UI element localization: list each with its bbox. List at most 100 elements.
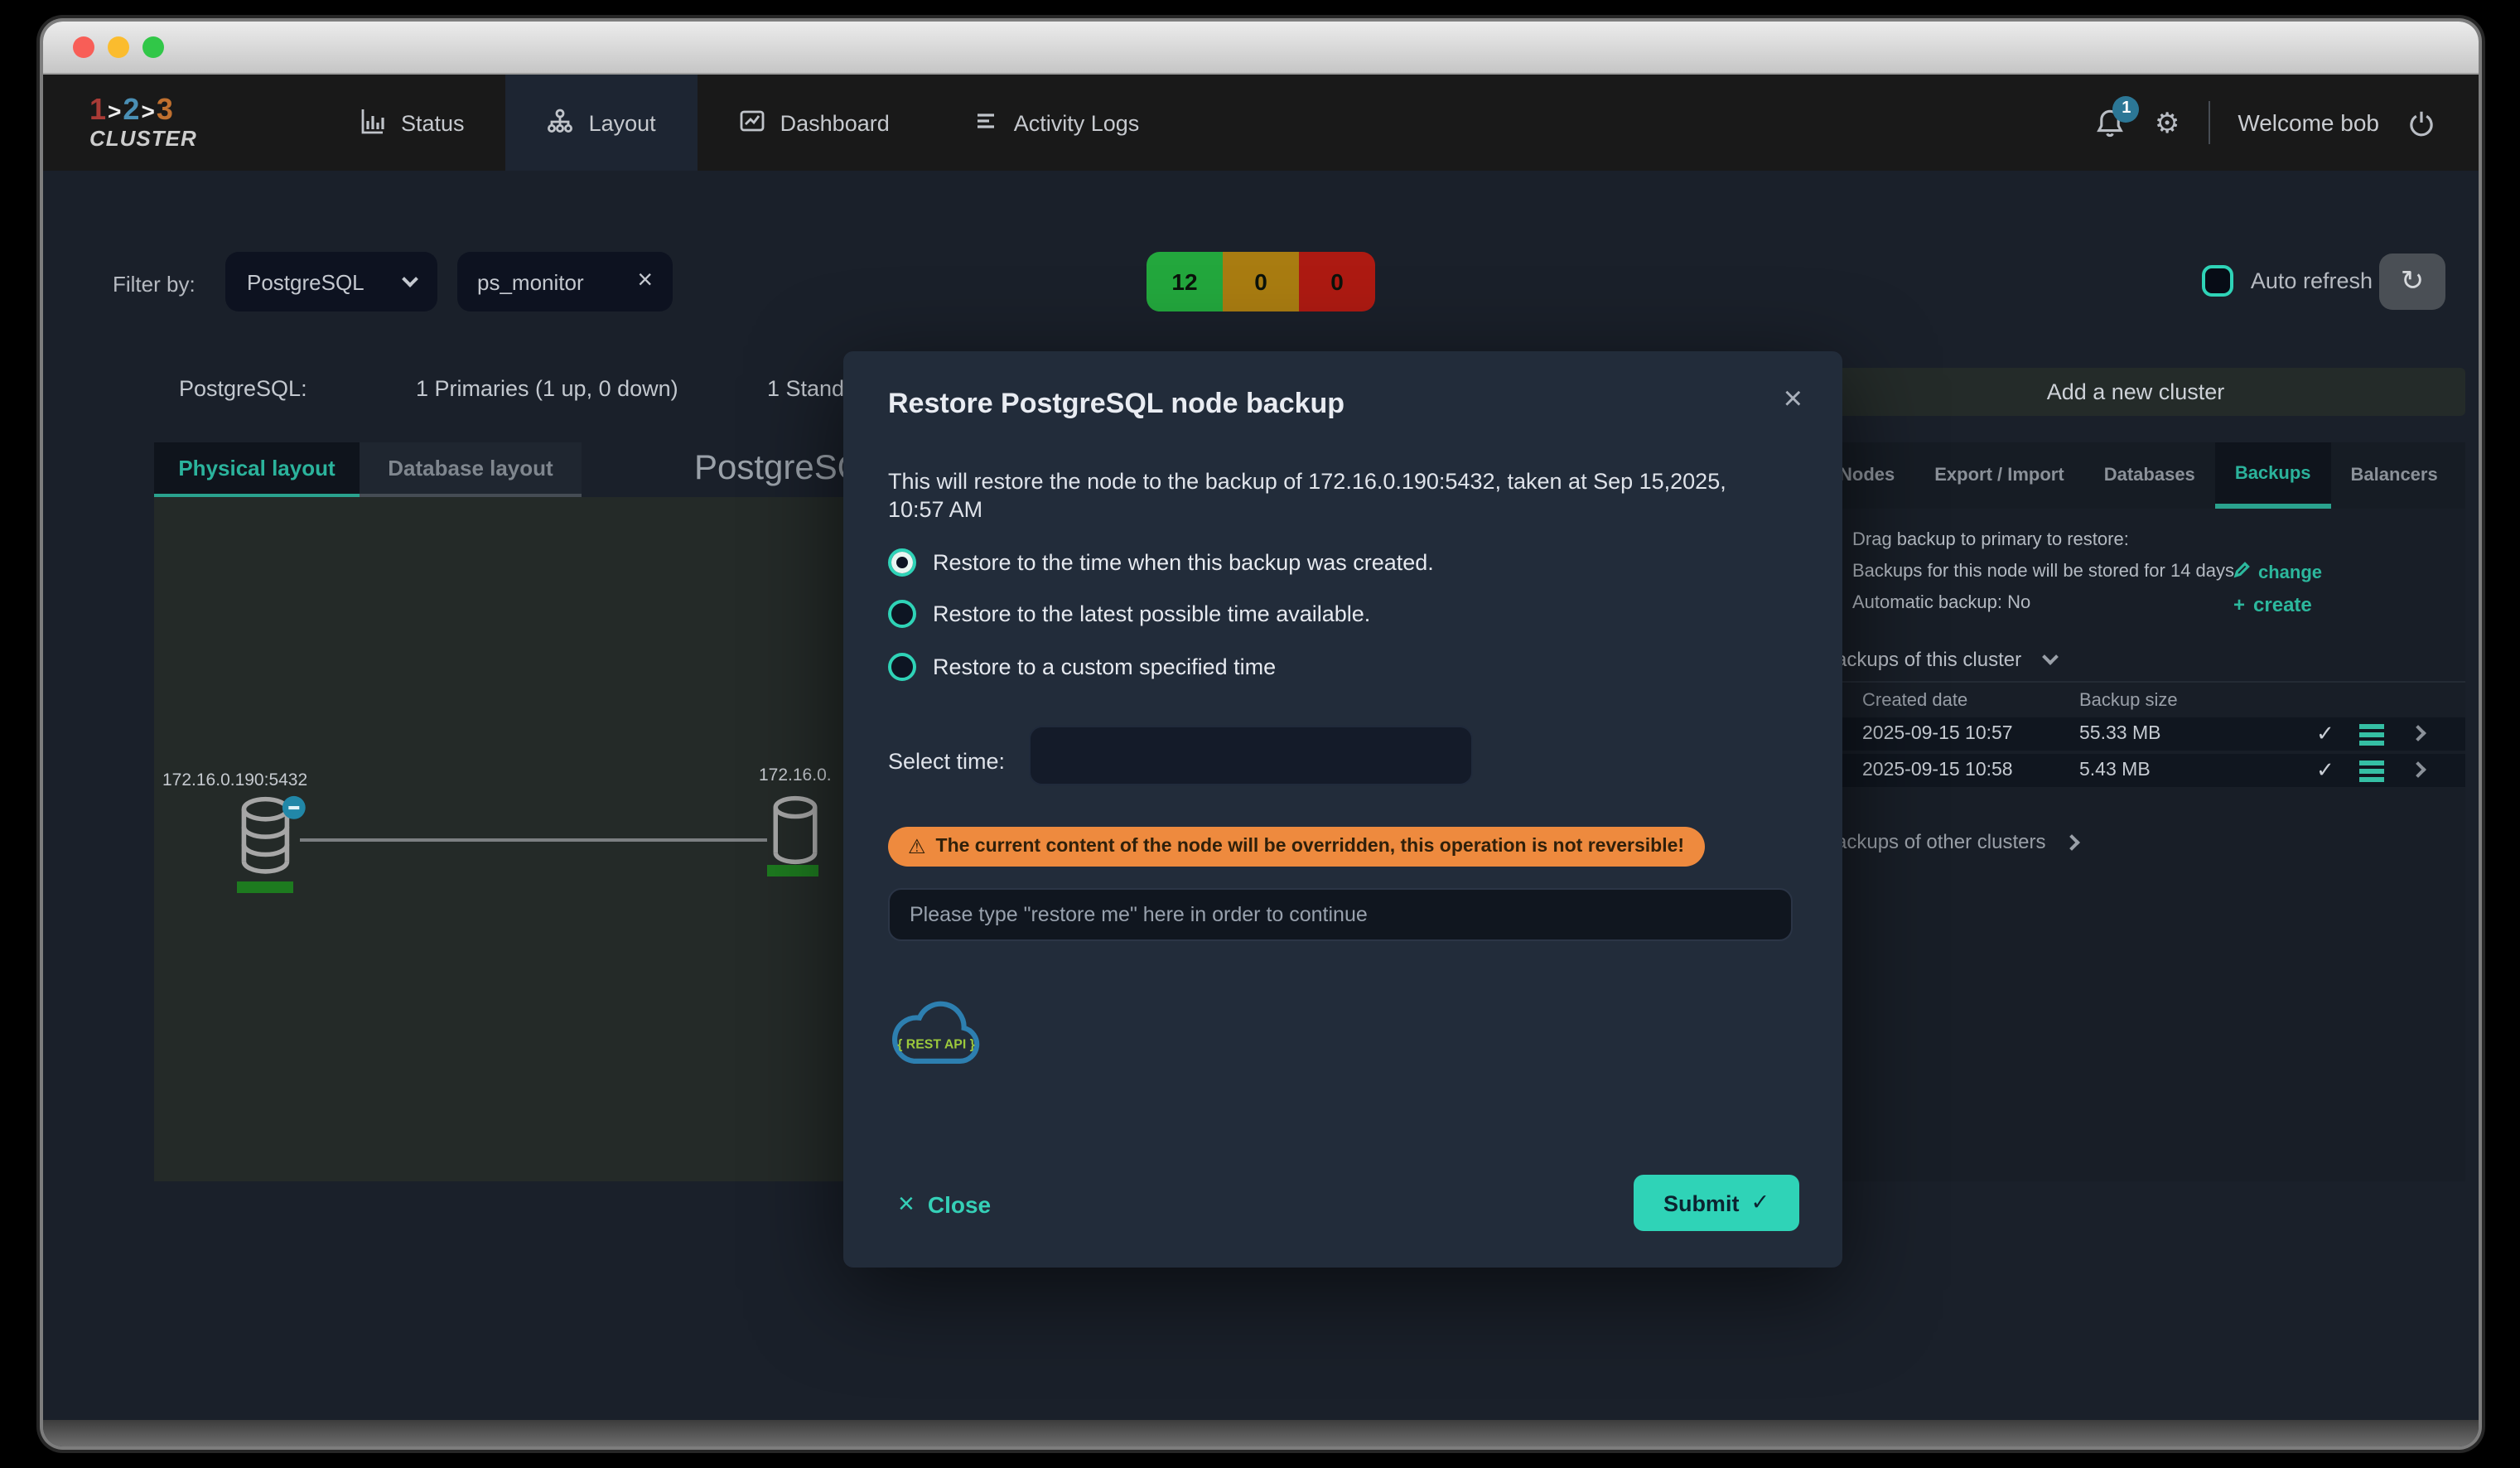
row-menu-icon[interactable] [2359,761,2384,782]
close-x-icon: × [898,1188,915,1221]
change-retention-link[interactable]: change [2233,562,2322,583]
modal-title: Restore PostgreSQL node backup [888,388,1344,421]
chevron-down-icon [2042,648,2059,664]
nav-tab-label: Status [401,110,465,135]
plus-icon: + [2233,593,2245,616]
submit-button[interactable]: Submit ✓ [1634,1175,1799,1231]
check-icon: ✓ [2316,721,2334,747]
backups-of-other-clusters-link[interactable]: Backups of other clusters [1822,830,2077,853]
pencil-icon [2233,562,2250,583]
zoom-window-button[interactable] [142,36,164,58]
nav-tab-layout[interactable]: Layout [506,75,698,171]
clear-search-icon[interactable]: × [637,267,653,297]
nav-tabs: Status Layout Dashboard Activity Logs [318,75,1180,171]
close-window-button[interactable] [73,36,94,58]
line-chart-icon [739,107,765,138]
tab-database-layout[interactable]: Database layout [360,442,582,497]
tab-backups[interactable]: Backups [2215,442,2331,509]
nav-tab-activity-logs[interactable]: Activity Logs [931,75,1181,171]
warning-banner: ⚠ The current content of the node will b… [888,827,1704,867]
tab-balancers[interactable]: Balancers [2331,442,2458,509]
primary-node[interactable]: 172.16.0.190:5432 [162,770,308,893]
status-badge-failed: 0 [1299,252,1375,311]
logo-subtitle: CLUSTER [89,125,275,150]
list-icon [973,107,999,138]
check-icon: ✓ [2316,757,2334,784]
app-window: 1>2>3 CLUSTER Status Layout Dashboard [43,22,2479,1446]
titlebar [43,22,2479,75]
auto-refresh-label: Auto refresh [2251,268,2373,293]
nav-tab-label: Activity Logs [1014,110,1140,135]
cluster-type-value: PostgreSQL [247,269,364,294]
navbar: 1>2>3 CLUSTER Status Layout Dashboard [43,75,2479,171]
backup-created-date: 2025-09-15 10:57 [1862,724,2013,744]
tab-export-import[interactable]: Export / Import [1914,442,2083,509]
nav-tab-status[interactable]: Status [318,75,506,171]
backups-panel: Drag backup to primary to restore: Backu… [1806,509,2465,1181]
status-badge-warning: 0 [1223,252,1299,311]
settings-gear-icon[interactable]: ⚙ [2155,109,2180,137]
refresh-button[interactable]: ↻ [2379,254,2445,310]
modal-close-button[interactable]: × Close [898,1188,991,1221]
chevron-right-icon[interactable] [2410,725,2426,741]
node-status-bar [767,865,818,876]
radio-selected-icon[interactable] [888,548,916,577]
cluster-type-select[interactable]: PostgreSQL [225,252,437,311]
add-cluster-button[interactable]: Add a new cluster [1806,368,2465,416]
notifications-button[interactable]: 1 [2095,107,2127,138]
logo-line1: 1>2>3 [89,95,275,125]
column-header-created-date: Created date [1862,691,1967,711]
database-icon [767,795,832,865]
status-badge-ok: 12 [1147,252,1223,311]
window-bottom-edge [43,1420,2479,1446]
node-status-bar [237,881,293,893]
note-text: Drag backup to primary to restore: [1852,530,2129,550]
nav-tab-label: Layout [589,110,656,135]
rest-api-cloud-icon: { REST API } [888,994,984,1082]
bar-chart-icon [360,107,386,138]
cluster-search-box: × [457,252,673,311]
option-restore-custom-time[interactable]: Restore to a custom specified time [888,653,1276,681]
note-text: Automatic backup: No [1852,593,2030,613]
backup-row[interactable]: 2025-09-15 10:58 5.43 MB ✓ [1806,754,2465,787]
warning-icon: ⚠ [908,835,926,858]
radio-icon[interactable] [888,653,916,681]
logout-power-icon[interactable] [2407,109,2436,137]
database-stack-icon [232,795,308,881]
auto-refresh-checkbox[interactable] [2203,265,2234,297]
standby-node[interactable]: 172.16.0. [759,765,832,876]
backup-row[interactable]: 2025-09-15 10:57 55.33 MB ✓ [1806,717,2465,751]
tab-physical-layout[interactable]: Physical layout [154,442,360,497]
primaries-summary: 1 Primaries (1 up, 0 down) [416,376,678,401]
select-time-input[interactable] [1029,726,1473,785]
nav-tab-label: Dashboard [780,110,890,135]
row-menu-icon[interactable] [2359,724,2384,746]
confirm-restore-input[interactable] [888,888,1793,941]
screen: 1>2>3 CLUSTER Status Layout Dashboard [0,0,2520,1468]
radio-icon[interactable] [888,600,916,628]
note-text: Backups for this node will be stored for… [1852,562,2234,582]
select-time-label: Select time: [888,749,1005,774]
divider [1806,681,2465,683]
chevron-right-icon[interactable] [2410,761,2426,778]
modal-close-icon[interactable]: × [1784,381,1803,419]
notification-badge: 1 [2113,95,2140,122]
main-content: Filter by: PostgreSQL × 12 0 0 Auto refr… [43,171,2479,1420]
restore-backup-modal: Restore PostgreSQL node backup × This wi… [843,351,1842,1268]
create-backup-link[interactable]: + create [2233,593,2312,616]
tab-databases[interactable]: Databases [2084,442,2215,509]
nav-tab-dashboard[interactable]: Dashboard [698,75,931,171]
check-icon: ✓ [1750,1190,1769,1216]
replication-link [300,838,767,842]
option-restore-backup-time[interactable]: Restore to the time when this backup was… [888,548,1434,577]
status-badges: 12 0 0 [1147,252,1375,311]
chevron-right-icon [2064,833,2080,850]
column-header-backup-size: Backup size [2079,691,2178,711]
backups-of-this-cluster-toggle[interactable]: Backups of this cluster [1822,648,2056,671]
option-restore-latest-time[interactable]: Restore to the latest possible time avai… [888,600,1370,628]
chevron-down-icon [402,270,418,287]
cluster-search-input[interactable] [477,269,623,294]
filter-by-label: Filter by: [113,272,196,297]
minimize-window-button[interactable] [108,36,129,58]
layout-tabs: Physical layout Database layout [154,442,582,497]
